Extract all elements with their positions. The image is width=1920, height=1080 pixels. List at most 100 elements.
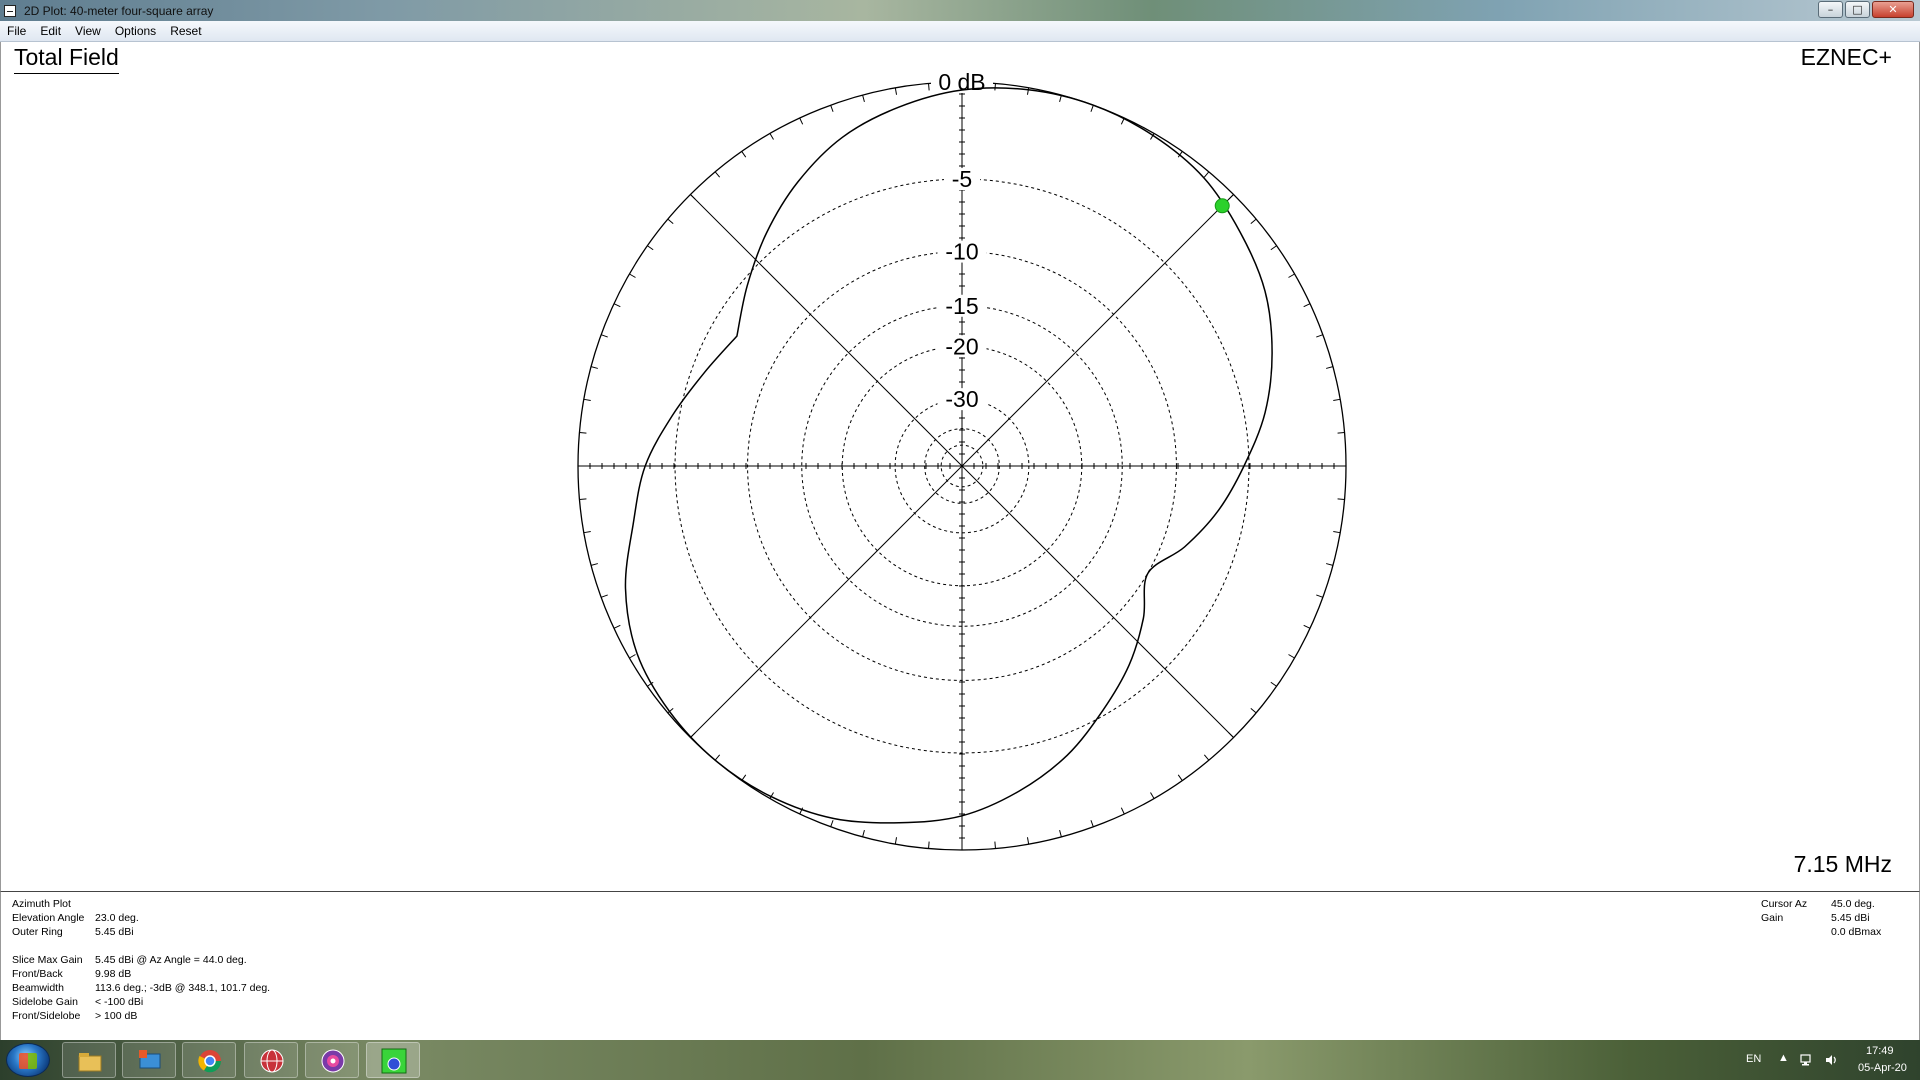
outer-tick [1250, 218, 1257, 225]
outer-tick [1288, 273, 1295, 278]
cursor-info-value: 0.0 dBmax [1831, 926, 1882, 938]
volume-icon[interactable] [1824, 1053, 1838, 1067]
outer-tick [583, 530, 591, 534]
app-icon[interactable] [4, 4, 16, 17]
info-label: Front/Sidelobe [12, 1010, 81, 1022]
outer-tick [647, 245, 654, 251]
taskbar-explorer[interactable] [62, 1042, 116, 1078]
clock-date[interactable]: 05-Apr-20 [1858, 1062, 1907, 1074]
info-label: Outer Ring [12, 926, 63, 938]
info-label: Sidelobe Gain [12, 996, 78, 1008]
outer-tick [1288, 654, 1295, 659]
cursor-info-label: Cursor Az [1761, 898, 1808, 910]
clock-time[interactable]: 17:49 [1866, 1045, 1894, 1057]
remote-icon [139, 1050, 161, 1069]
outer-tick [1150, 792, 1155, 799]
window-controls: – □ ✕ [1818, 1, 1914, 18]
outer-tick [613, 303, 621, 308]
taskbar: EN ▲ 17:49 05-Apr-20 [0, 1040, 1920, 1080]
outer-tick [994, 841, 996, 849]
outer-tick [799, 117, 804, 125]
taskbar-ham-logbook[interactable] [305, 1042, 359, 1078]
minimize-button[interactable]: – [1818, 1, 1843, 18]
outer-tick [667, 218, 674, 225]
outer-tick [579, 498, 587, 500]
outer-tick [1090, 820, 1094, 828]
taskbar-globe[interactable] [244, 1042, 298, 1078]
menu-bar: File Edit View Options Reset [0, 21, 1920, 42]
info-value: 9.98 dB [95, 968, 132, 980]
taskbar-remote[interactable] [122, 1042, 176, 1078]
menu-reset[interactable]: Reset [163, 24, 208, 38]
outer-tick [629, 273, 636, 278]
start-button[interactable] [6, 1043, 50, 1077]
outer-tick [590, 563, 598, 566]
menu-edit[interactable]: Edit [33, 24, 68, 38]
outer-tick [1316, 594, 1324, 598]
eznec-icon [381, 1048, 407, 1074]
menu-file[interactable]: File [0, 24, 33, 38]
outer-tick [928, 83, 930, 91]
polar-plot[interactable]: 0 dB -5 -10 -15 -20 -30 [1, 42, 1919, 891]
outer-tick [714, 754, 721, 761]
outer-tick [1026, 837, 1030, 845]
info-label: Azimuth Plot [12, 898, 71, 910]
outer-tick [1270, 245, 1277, 251]
info-label: Beamwidth [12, 982, 64, 994]
taskbar-eznec[interactable] [366, 1042, 420, 1078]
taskbar-chrome[interactable] [182, 1042, 236, 1078]
outer-tick [1090, 104, 1094, 112]
ring-label: -10 [945, 239, 978, 265]
outer-tick [1326, 563, 1334, 566]
outer-tick [1326, 366, 1334, 369]
show-hidden-icons[interactable]: ▲ [1778, 1052, 1789, 1064]
outer-tick [1177, 774, 1183, 781]
outer-tick [928, 841, 930, 849]
ring-label: -15 [945, 293, 978, 319]
menu-view[interactable]: View [68, 24, 108, 38]
outer-tick [690, 194, 696, 200]
outer-tick [1203, 754, 1210, 761]
outer-tick [1059, 830, 1062, 838]
outer-tick [1303, 624, 1311, 629]
cursor-marker[interactable] [1214, 198, 1230, 214]
outer-tick [1228, 194, 1234, 200]
globe-icon [260, 1049, 284, 1073]
outer-tick [769, 133, 774, 140]
outer-tick [600, 594, 608, 598]
outer-tick [583, 398, 591, 402]
outer-tick [862, 94, 865, 102]
outer-tick [1333, 530, 1341, 534]
info-value: 23.0 deg. [95, 912, 139, 924]
system-tray: EN ▲ 17:49 05-Apr-20 [1720, 1040, 1920, 1080]
info-value: > 100 dB [95, 1010, 138, 1022]
maximize-button[interactable]: □ [1845, 1, 1870, 18]
outer-tick [1228, 732, 1234, 738]
pattern-trace [624, 87, 1273, 824]
menu-options[interactable]: Options [108, 24, 163, 38]
info-label: Slice Max Gain [12, 954, 83, 966]
info-panel: Azimuth Plot Elevation Angle 23.0 deg. Oute… [0, 891, 1920, 1040]
outer-tick [1316, 334, 1324, 338]
plot-area[interactable]: Total Field EZNEC+ 7.15 MHz 0 dB -5 -10 -15… [0, 42, 1920, 891]
close-button[interactable]: ✕ [1872, 1, 1914, 18]
outer-tick [579, 432, 587, 434]
outer-tick [1303, 303, 1311, 308]
outer-tick [1120, 807, 1125, 815]
outer-tick [600, 334, 608, 338]
cursor-info-value: 45.0 deg. [1831, 898, 1875, 910]
outer-tick [714, 171, 721, 178]
outer-tick [1203, 171, 1210, 178]
title-bar[interactable]: 2D Plot: 40-meter four-square array – □ … [0, 0, 1920, 21]
info-value: 113.6 deg.; -3dB @ 348.1, 101.7 deg. [95, 982, 271, 994]
chrome-icon [198, 1050, 222, 1073]
outer-tick [1337, 432, 1345, 434]
info-label: Front/Back [12, 968, 63, 980]
ring-label: -5 [952, 166, 972, 192]
outer-tick [862, 830, 865, 838]
outer-tick [894, 837, 898, 845]
language-indicator[interactable]: EN [1746, 1053, 1761, 1065]
outer-tick [1270, 681, 1277, 687]
network-icon[interactable] [1800, 1053, 1814, 1067]
ring-label: -30 [945, 386, 978, 412]
